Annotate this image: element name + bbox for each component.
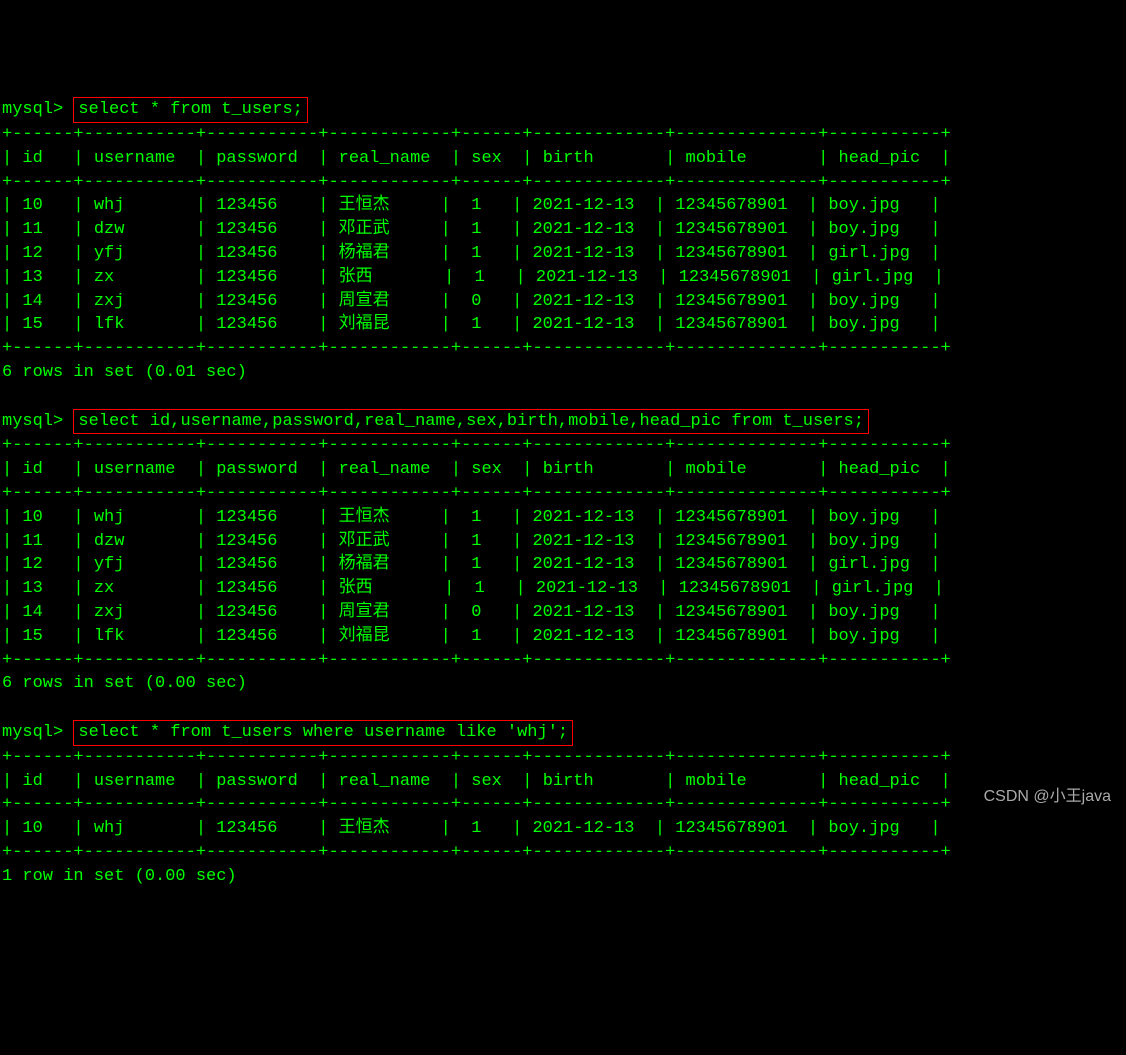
sql-command-1[interactable]: select * from t_users; (73, 97, 307, 123)
result-message: 6 rows in set (0.01 sec) (2, 363, 247, 382)
table-row: | 11 | dzw | 123456 | 邓正武 | 1 | 2021-12-… (2, 532, 941, 551)
mysql-prompt: mysql> (2, 100, 63, 119)
table-header: | id | username | password | real_name |… (2, 772, 951, 791)
sql-command-2[interactable]: select id,username,password,real_name,se… (73, 409, 869, 435)
table-border: +------+-----------+-----------+--------… (2, 748, 951, 767)
mysql-prompt: mysql> (2, 723, 63, 742)
table-row: | 14 | zxj | 123456 | 周宣君 | 0 | 2021-12-… (2, 603, 941, 622)
table-header: | id | username | password | real_name |… (2, 149, 951, 168)
table-row: | 12 | yfj | 123456 | 杨福君 | 1 | 2021-12-… (2, 555, 941, 574)
table-row: | 10 | whj | 123456 | 王恒杰 | 1 | 2021-12-… (2, 508, 941, 527)
table-border: +------+-----------+-----------+--------… (2, 436, 951, 455)
sql-command-3[interactable]: select * from t_users where username lik… (73, 720, 573, 746)
result-message: 1 row in set (0.00 sec) (2, 867, 237, 886)
result-message: 6 rows in set (0.00 sec) (2, 674, 247, 693)
table-row: | 15 | lfk | 123456 | 刘福昆 | 1 | 2021-12-… (2, 315, 941, 334)
table-border: +------+-----------+-----------+--------… (2, 484, 951, 503)
table-row: | 15 | lfk | 123456 | 刘福昆 | 1 | 2021-12-… (2, 627, 941, 646)
table-row: | 11 | dzw | 123456 | 邓正武 | 1 | 2021-12-… (2, 220, 941, 239)
table-row: | 13 | zx | 123456 | 张西 | 1 | 2021-12-13… (2, 268, 944, 287)
table-header: | id | username | password | real_name |… (2, 460, 951, 479)
table-row: | 14 | zxj | 123456 | 周宣君 | 0 | 2021-12-… (2, 292, 941, 311)
table-row: | 10 | whj | 123456 | 王恒杰 | 1 | 2021-12-… (2, 819, 941, 838)
terminal-output: mysql> select * from t_users; +------+--… (2, 97, 1124, 888)
table-border: +------+-----------+-----------+--------… (2, 843, 951, 862)
table-row: | 12 | yfj | 123456 | 杨福君 | 1 | 2021-12-… (2, 244, 941, 263)
watermark: CSDN @小王java (984, 786, 1111, 808)
mysql-prompt: mysql> (2, 412, 63, 431)
table-border: +------+-----------+-----------+--------… (2, 795, 951, 814)
table-border: +------+-----------+-----------+--------… (2, 339, 951, 358)
table-row: | 10 | whj | 123456 | 王恒杰 | 1 | 2021-12-… (2, 196, 941, 215)
table-border: +------+-----------+-----------+--------… (2, 125, 951, 144)
table-border: +------+-----------+-----------+--------… (2, 651, 951, 670)
table-row: | 13 | zx | 123456 | 张西 | 1 | 2021-12-13… (2, 579, 944, 598)
table-border: +------+-----------+-----------+--------… (2, 173, 951, 192)
